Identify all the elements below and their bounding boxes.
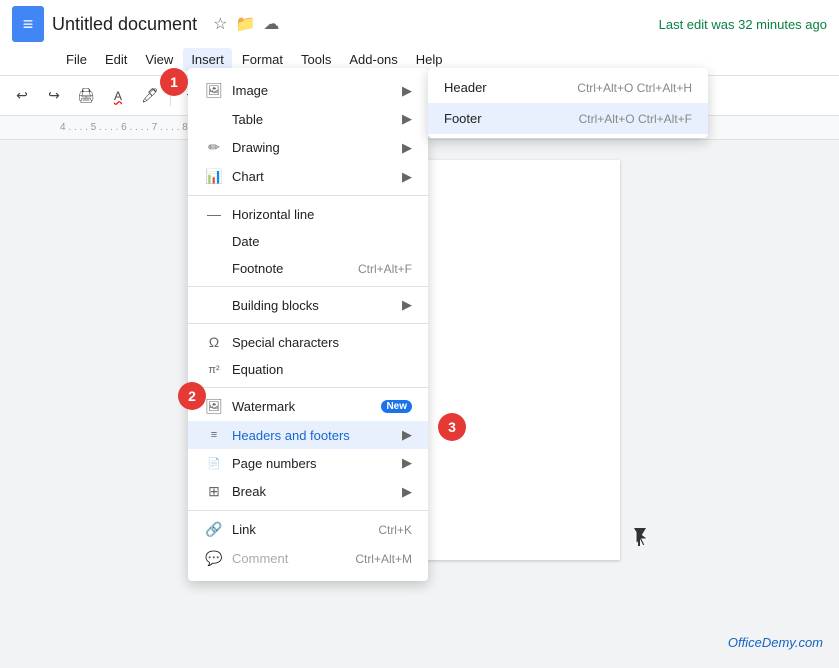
menu-section-media: 🖼 Image ▶ Table ▶ ✏ Drawing ▶ 📊 Chart ▶ <box>188 72 428 196</box>
link-label: Link <box>232 522 370 537</box>
doc-area <box>20 140 839 668</box>
print-button[interactable]: 🖨 <box>72 82 100 110</box>
menu-edit[interactable]: Edit <box>97 48 135 71</box>
equation-icon: π² <box>204 364 224 376</box>
badge-1: 1 <box>160 68 188 96</box>
headers-label: Headers and footers <box>232 428 402 443</box>
blocks-label: Building blocks <box>232 298 402 313</box>
chart-label: Chart <box>232 169 402 184</box>
top-bar: Untitled document ☆ 📁 ☁ Last edit was 32… <box>0 0 839 76</box>
doc-title[interactable]: Untitled document <box>52 14 197 35</box>
table-label: Table <box>232 112 402 127</box>
menu-file[interactable]: File <box>58 48 95 71</box>
headers-footers-submenu: Header Ctrl+Alt+O Ctrl+Alt+H Footer Ctrl… <box>428 68 708 138</box>
comment-menu-icon: 💬 <box>204 550 224 567</box>
page-numbers-arrow: ▶ <box>402 455 412 471</box>
menu-item-footnote[interactable]: Footnote Ctrl+Alt+F <box>188 255 428 282</box>
spellcheck-button[interactable]: A <box>104 82 132 110</box>
page-numbers-label: Page numbers <box>232 456 402 471</box>
break-icon: ⊞ <box>204 483 224 500</box>
headers-arrow: ▶ <box>402 427 412 443</box>
menu-item-break[interactable]: ⊞ Break ▶ <box>188 477 428 506</box>
insert-menu: 🖼 Image ▶ Table ▶ ✏ Drawing ▶ 📊 Chart ▶ … <box>188 68 428 581</box>
break-arrow: ▶ <box>402 484 412 500</box>
menu-item-comment[interactable]: 💬 Comment Ctrl+Alt+M <box>188 544 428 573</box>
image-label: Image <box>232 83 402 98</box>
break-label: Break <box>232 484 402 499</box>
menu-item-building-blocks[interactable]: Building blocks ▶ <box>188 291 428 319</box>
special-chars-label: Special characters <box>232 335 412 350</box>
menu-item-chart[interactable]: 📊 Chart ▶ <box>188 162 428 191</box>
footer-label: Footer <box>444 111 482 126</box>
menu-item-link[interactable]: 🔗 Link Ctrl+K <box>188 515 428 544</box>
menu-section-blocks: Building blocks ▶ <box>188 287 428 324</box>
link-shortcut: Ctrl+K <box>378 523 412 537</box>
undo-button[interactable]: ↩ <box>8 82 36 110</box>
menu-section-chars: Ω Special characters π² Equation <box>188 324 428 388</box>
table-arrow: ▶ <box>402 111 412 127</box>
footnote-shortcut: Ctrl+Alt+F <box>358 262 412 276</box>
menu-item-hline[interactable]: — Horizontal line <box>188 200 428 228</box>
chart-icon: 📊 <box>204 168 224 185</box>
left-margin <box>0 140 20 668</box>
footnote-label: Footnote <box>232 261 350 276</box>
menu-item-date[interactable]: Date <box>188 228 428 255</box>
hline-icon: — <box>204 206 224 222</box>
link-menu-icon: 🔗 <box>204 521 224 538</box>
drawing-arrow: ▶ <box>402 140 412 156</box>
watermark-badge: New <box>381 400 412 413</box>
menu-item-special-chars[interactable]: Ω Special characters <box>188 328 428 356</box>
image-icon: 🖼 <box>204 82 224 99</box>
header-label: Header <box>444 80 487 95</box>
watermark-icon: 🖼 <box>204 398 224 415</box>
footer-shortcut: Ctrl+Alt+O Ctrl+Alt+F <box>579 112 692 126</box>
comment-shortcut: Ctrl+Alt+M <box>355 552 412 566</box>
equation-label: Equation <box>232 362 412 377</box>
menu-item-table[interactable]: Table ▶ <box>188 105 428 133</box>
watermark-text: OfficeDemy.com <box>728 635 823 650</box>
star-icon[interactable]: ☆ <box>213 14 227 34</box>
menu-item-page-numbers[interactable]: 📄 Page numbers ▶ <box>188 449 428 477</box>
redo-button[interactable]: ↪ <box>40 82 68 110</box>
menu-item-watermark[interactable]: 🖼 Watermark New <box>188 392 428 421</box>
hline-label: Horizontal line <box>232 207 412 222</box>
drawing-label: Drawing <box>232 140 402 155</box>
badge-2: 2 <box>178 382 206 410</box>
blocks-arrow: ▶ <box>402 297 412 313</box>
menu-section-line: — Horizontal line Date Footnote Ctrl+Alt… <box>188 196 428 287</box>
watermark-label: Watermark <box>232 399 373 414</box>
menu-section-layout: 🖼 Watermark New ≡ Headers and footers ▶ … <box>188 388 428 511</box>
submenu-item-footer[interactable]: Footer Ctrl+Alt+O Ctrl+Alt+F <box>428 103 708 134</box>
comment-label: Comment <box>232 551 347 566</box>
folder-icon[interactable]: 📁 <box>235 14 255 34</box>
chart-arrow: ▶ <box>402 169 412 185</box>
menu-item-image[interactable]: 🖼 Image ▶ <box>188 76 428 105</box>
menu-item-drawing[interactable]: ✏ Drawing ▶ <box>188 133 428 162</box>
last-edit: Last edit was 32 minutes ago <box>659 17 827 32</box>
cloud-icon[interactable]: ☁ <box>263 14 279 34</box>
menu-item-equation[interactable]: π² Equation <box>188 356 428 383</box>
header-shortcut: Ctrl+Alt+O Ctrl+Alt+H <box>577 81 692 95</box>
menu-section-misc: 🔗 Link Ctrl+K 💬 Comment Ctrl+Alt+M <box>188 511 428 577</box>
page-numbers-icon: 📄 <box>204 457 224 470</box>
menu-item-headers-footers[interactable]: ≡ Headers and footers ▶ <box>188 421 428 449</box>
badge-3: 3 <box>438 413 466 441</box>
image-arrow: ▶ <box>402 83 412 99</box>
drawing-icon: ✏ <box>204 139 224 156</box>
app-icon <box>12 6 44 42</box>
submenu-item-header[interactable]: Header Ctrl+Alt+O Ctrl+Alt+H <box>428 72 708 103</box>
doc-icons: ☆ 📁 ☁ <box>213 14 279 34</box>
headers-icon: ≡ <box>204 429 224 441</box>
special-chars-icon: Ω <box>204 334 224 350</box>
cursor <box>634 528 646 544</box>
date-label: Date <box>232 234 412 249</box>
